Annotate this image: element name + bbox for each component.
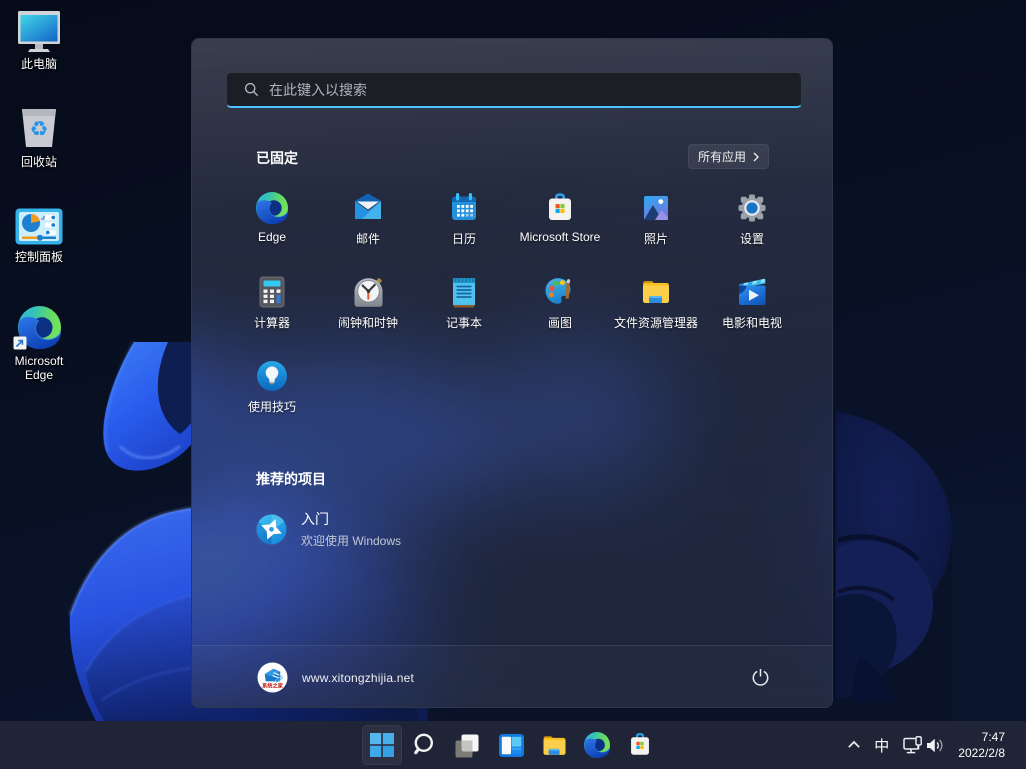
svg-text:♻: ♻ (30, 118, 49, 141)
svg-text:系统之家: 系统之家 (262, 682, 284, 690)
